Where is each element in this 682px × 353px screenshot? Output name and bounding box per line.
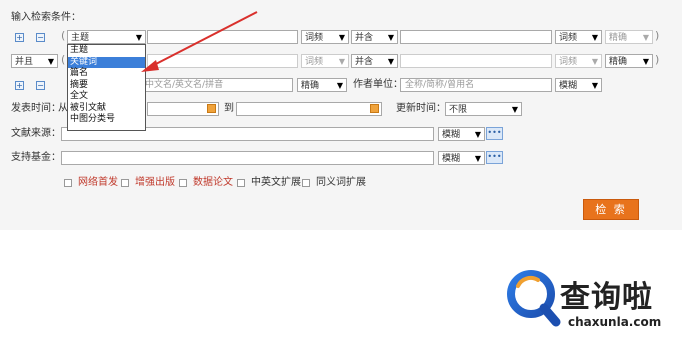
- watermark-url: chaxunla.com: [568, 315, 662, 329]
- search-magnifier-logo-icon: [507, 270, 561, 327]
- watermark-brand-name: 查询啦: [560, 280, 653, 315]
